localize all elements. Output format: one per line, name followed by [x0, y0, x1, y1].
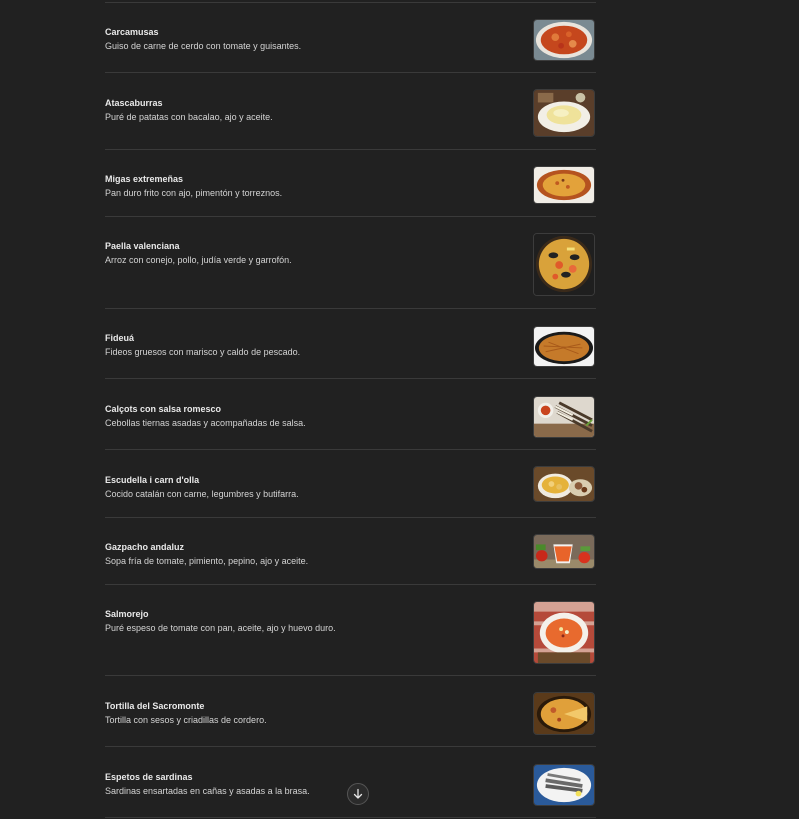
divider — [105, 517, 596, 518]
dish-photo-tortilla[interactable] — [533, 692, 595, 735]
divider — [105, 746, 596, 747]
dish-description: Puré de patatas con bacalao, ajo y aceit… — [105, 112, 273, 122]
dish-name: Escudella i carn d'olla — [105, 475, 200, 485]
dish-description: Sopa fría de tomate, pimiento, pepino, a… — [105, 556, 309, 566]
dish-name: Gazpacho andaluz — [105, 542, 185, 552]
dish-photo-paella[interactable] — [533, 233, 595, 296]
divider — [105, 584, 596, 585]
dish-name: Paella valenciana — [105, 241, 180, 251]
dish-name: Calçots con salsa romesco — [105, 404, 222, 414]
dish-name: Espetos de sardinas — [105, 772, 193, 782]
divider — [105, 449, 596, 450]
arrow-down-icon — [353, 788, 363, 799]
dish-photo-sardinas[interactable] — [533, 764, 595, 806]
dish-photo-calcots[interactable] — [533, 396, 595, 438]
divider — [105, 675, 596, 676]
dish-photo-fideua[interactable] — [533, 326, 595, 367]
divider — [105, 2, 596, 3]
dish-description: Sardinas ensartadas en cañas y asadas a … — [105, 786, 310, 796]
dish-description: Pan duro frito con ajo, pimentón y torre… — [105, 188, 283, 198]
dish-photo-migas[interactable] — [533, 166, 595, 204]
divider — [105, 149, 596, 150]
divider — [105, 216, 596, 217]
divider — [105, 308, 596, 309]
dish-name: Salmorejo — [105, 609, 149, 619]
dish-photo-stew[interactable] — [533, 19, 595, 61]
dish-name: Tortilla del Sacromonte — [105, 701, 205, 711]
dish-name: Atascaburras — [105, 98, 163, 108]
dish-name: Carcamusas — [105, 27, 159, 37]
dish-photo-escudella[interactable] — [533, 466, 595, 502]
divider — [105, 72, 596, 73]
dish-name: Fideuá — [105, 333, 135, 343]
dish-photo-mash[interactable] — [533, 89, 595, 137]
chat-page: Carcamusas Guiso de carne de cerdo con t… — [0, 0, 799, 819]
dish-description: Cocido catalán con carne, legumbres y bu… — [105, 489, 299, 499]
dish-photo-gazpacho[interactable] — [533, 534, 595, 569]
dish-description: Guiso de carne de cerdo con tomate y gui… — [105, 41, 302, 51]
dish-description: Puré espeso de tomate con pan, aceite, a… — [105, 623, 336, 633]
dish-name: Migas extremeñas — [105, 174, 184, 184]
dish-description: Tortilla con sesos y criadillas de corde… — [105, 715, 267, 725]
scroll-to-bottom-button[interactable] — [347, 783, 369, 805]
dish-description: Arroz con conejo, pollo, judía verde y g… — [105, 255, 292, 265]
dish-description: Cebollas tiernas asadas y acompañadas de… — [105, 418, 306, 428]
dish-photo-salmorejo[interactable] — [533, 601, 595, 664]
divider — [105, 817, 596, 818]
dish-description: Fideos gruesos con marisco y caldo de pe… — [105, 347, 301, 357]
divider — [105, 378, 596, 379]
